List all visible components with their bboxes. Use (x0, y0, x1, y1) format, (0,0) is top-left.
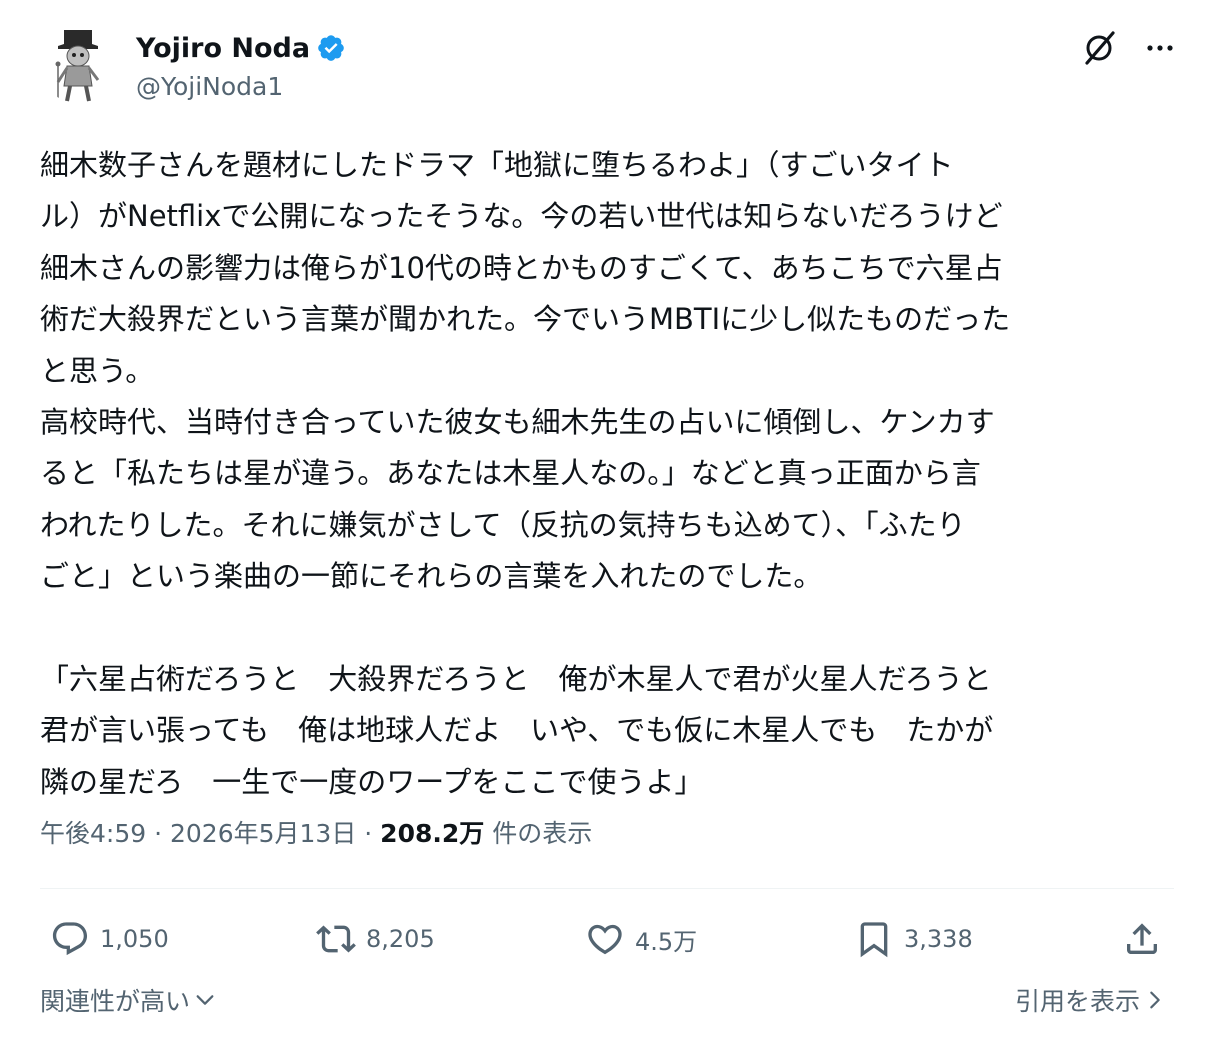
action-bar: 1,050 8,205 4.5万 3,338 (40, 912, 1174, 966)
divider (40, 888, 1174, 889)
sort-label: 関連性が高い (40, 987, 191, 1016)
like-count: 4.5万 (635, 927, 698, 956)
tweet-meta: 午後4:59 · 2026年5月13日 · 208.2万 件の表示 (40, 814, 592, 850)
view-quotes-label: 引用を表示 (1014, 987, 1140, 1016)
meta-separator: · (146, 819, 170, 848)
reply-icon (52, 922, 88, 956)
author-block: Yojiro Noda @YojiNoda1 (136, 30, 346, 101)
share-button[interactable] (1122, 912, 1162, 966)
chevron-right-icon (1150, 991, 1160, 1009)
avatar[interactable] (40, 24, 120, 104)
view-quotes-link[interactable]: 引用を表示 (1015, 982, 1166, 1018)
reply-button[interactable]: 1,050 (50, 912, 169, 966)
bookmark-button[interactable]: 3,338 (854, 912, 973, 966)
meta-separator-2: · (356, 819, 381, 848)
tweet-date[interactable]: 2026年5月13日 (170, 819, 356, 848)
tweet-time[interactable]: 午後4:59 (40, 819, 146, 848)
handle[interactable]: @YojiNoda1 (136, 72, 346, 101)
repost-icon (316, 925, 356, 953)
tweet-text: 細木数子さんを題材にしたドラマ「地獄に堕ちるわよ」（すごいタイト ル）がNetf… (40, 148, 1011, 799)
like-button[interactable]: 4.5万 (585, 912, 697, 966)
verified-badge-icon[interactable] (316, 33, 346, 63)
grok-icon[interactable] (1080, 28, 1120, 68)
display-name[interactable]: Yojiro Noda (136, 33, 310, 64)
bookmark-count: 3,338 (904, 925, 973, 953)
sort-dropdown[interactable]: 関連性が高い (40, 982, 216, 1018)
header-actions (1080, 28, 1180, 68)
share-icon (1127, 923, 1157, 954)
bookmark-icon (860, 922, 888, 958)
tweet-header: Yojiro Noda @YojiNoda1 (40, 20, 1180, 110)
repost-button[interactable]: 8,205 (316, 912, 435, 966)
reply-count: 1,050 (100, 925, 169, 953)
chevron-down-icon (196, 995, 214, 1005)
tweet-footer: 関連性が高い 引用を表示 (40, 982, 1174, 1022)
display-name-row: Yojiro Noda (136, 30, 346, 66)
more-icon[interactable] (1140, 28, 1180, 68)
views-count[interactable]: 208.2万 (380, 819, 484, 848)
repost-count: 8,205 (366, 925, 435, 953)
views-label: 件の表示 (484, 819, 593, 848)
like-icon (588, 924, 622, 955)
